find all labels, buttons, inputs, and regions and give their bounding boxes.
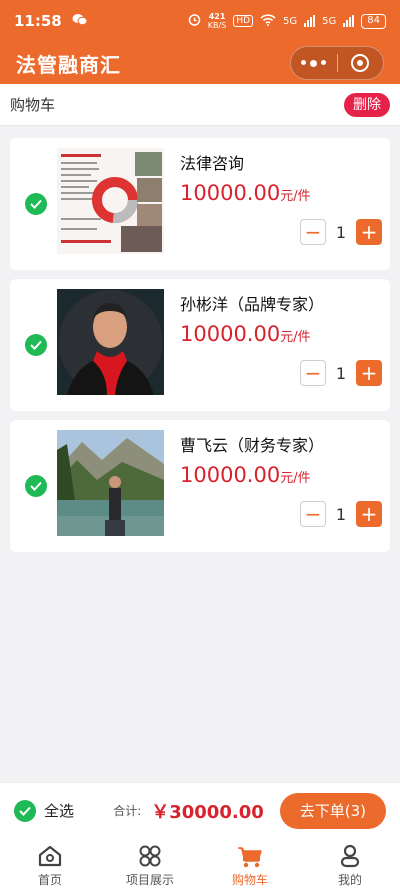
increase-button[interactable]: + (356, 219, 382, 245)
delete-button[interactable]: 删除 (344, 92, 390, 117)
cart-header: 购物车 删除 (0, 84, 400, 126)
more-menu-icon[interactable] (291, 59, 337, 67)
total-amount: ￥30000.00 (151, 801, 264, 823)
hd-badge: HD (233, 15, 254, 27)
increase-button[interactable]: + (356, 501, 382, 527)
cart-item: 孙彬洋（品牌专家） 10000.00元/件 − 1 + (10, 279, 390, 411)
signal-icon-1 (304, 15, 316, 27)
total-label: 合计: (113, 804, 142, 818)
item-checkbox[interactable] (25, 475, 47, 497)
item-price-value: 10000.00 (180, 181, 281, 205)
checkmark-icon (19, 806, 31, 816)
item-price-unit: 元/件 (280, 471, 311, 486)
net-speed-value: 421 (208, 12, 226, 21)
select-all-label[interactable]: 全选 (44, 800, 74, 821)
item-image-legal-consult[interactable] (57, 148, 164, 254)
decrease-button[interactable]: − (300, 219, 326, 245)
item-price: 10000.00元/件 (180, 322, 311, 346)
grid-icon (139, 845, 161, 866)
cart-item: 曹飞云（财务专家） 10000.00元/件 − 1 + (10, 420, 390, 552)
quantity-stepper: − 1 + (300, 501, 382, 527)
item-price: 10000.00元/件 (180, 463, 311, 487)
net-speed: 421 KB/S (208, 12, 227, 30)
cart-icon (238, 846, 262, 867)
battery-icon: 84 (361, 13, 386, 29)
quantity-value[interactable]: 1 (326, 223, 356, 242)
item-price-value: 10000.00 (180, 463, 281, 487)
app-header: 法管融商汇 (0, 42, 400, 84)
tab-label: 我的 (337, 872, 362, 887)
wechat-icon (72, 13, 88, 30)
item-name[interactable]: 法律咨询 (180, 150, 244, 174)
cart-item: 法律咨询 10000.00元/件 − 1 + (10, 138, 390, 270)
item-price: 10000.00元/件 (180, 181, 311, 205)
network-type-1: 5G (283, 15, 298, 27)
tab-label: 项目展示 (125, 872, 174, 887)
item-price-value: 10000.00 (180, 322, 281, 346)
checkmark-icon (30, 199, 42, 209)
tab-cart[interactable]: 购物车 (200, 838, 300, 893)
tab-label: 购物车 (231, 872, 268, 887)
home-icon (38, 845, 62, 866)
place-order-button[interactable]: 去下单(3) (279, 792, 386, 829)
close-target-icon[interactable] (338, 54, 384, 72)
checkmark-icon (30, 340, 42, 350)
item-price-unit: 元/件 (280, 189, 311, 204)
increase-button[interactable]: + (356, 360, 382, 386)
item-checkbox[interactable] (25, 334, 47, 356)
checkmark-icon (30, 481, 42, 491)
net-speed-unit: KB/S (207, 21, 227, 30)
user-icon (340, 844, 360, 867)
quantity-value[interactable]: 1 (326, 505, 356, 524)
network-type-2: 5G (322, 15, 337, 27)
quantity-value[interactable]: 1 (326, 364, 356, 383)
wifi-icon (260, 13, 276, 29)
tab-label: 首页 (37, 872, 62, 887)
item-price-unit: 元/件 (280, 330, 311, 345)
top-bar: 11:58 421 KB/S HD 5G 5G 84 法管融商汇 (0, 0, 400, 84)
status-time: 11:58 (14, 12, 62, 30)
tab-home[interactable]: 首页 (0, 838, 100, 893)
status-icons: 421 KB/S HD 5G 5G 84 (188, 12, 386, 30)
decrease-button[interactable]: − (300, 501, 326, 527)
item-image-lake-photo[interactable] (57, 430, 164, 536)
mini-program-capsule (290, 46, 384, 80)
quantity-stepper: − 1 + (300, 360, 382, 386)
item-image-portrait[interactable] (57, 289, 164, 395)
alarm-icon (188, 13, 201, 29)
status-bar: 11:58 421 KB/S HD 5G 5G 84 (0, 0, 400, 42)
decrease-button[interactable]: − (300, 360, 326, 386)
cart-title: 购物车 (10, 96, 56, 114)
signal-icon-2 (343, 15, 355, 27)
quantity-stepper: − 1 + (300, 219, 382, 245)
tab-bar: 首页 项目展示 购物车 我的 (0, 838, 400, 893)
item-name[interactable]: 孙彬洋（品牌专家） (180, 291, 324, 315)
select-all-checkbox[interactable] (14, 799, 36, 822)
item-checkbox[interactable] (25, 193, 47, 215)
tab-projects[interactable]: 项目展示 (100, 838, 200, 893)
app-title: 法管融商汇 (16, 52, 121, 77)
tab-profile[interactable]: 我的 (300, 838, 400, 893)
item-name[interactable]: 曹飞云（财务专家） (180, 432, 324, 456)
checkout-bar: 全选 合计: ￥30000.00 去下单(3) (0, 782, 400, 838)
